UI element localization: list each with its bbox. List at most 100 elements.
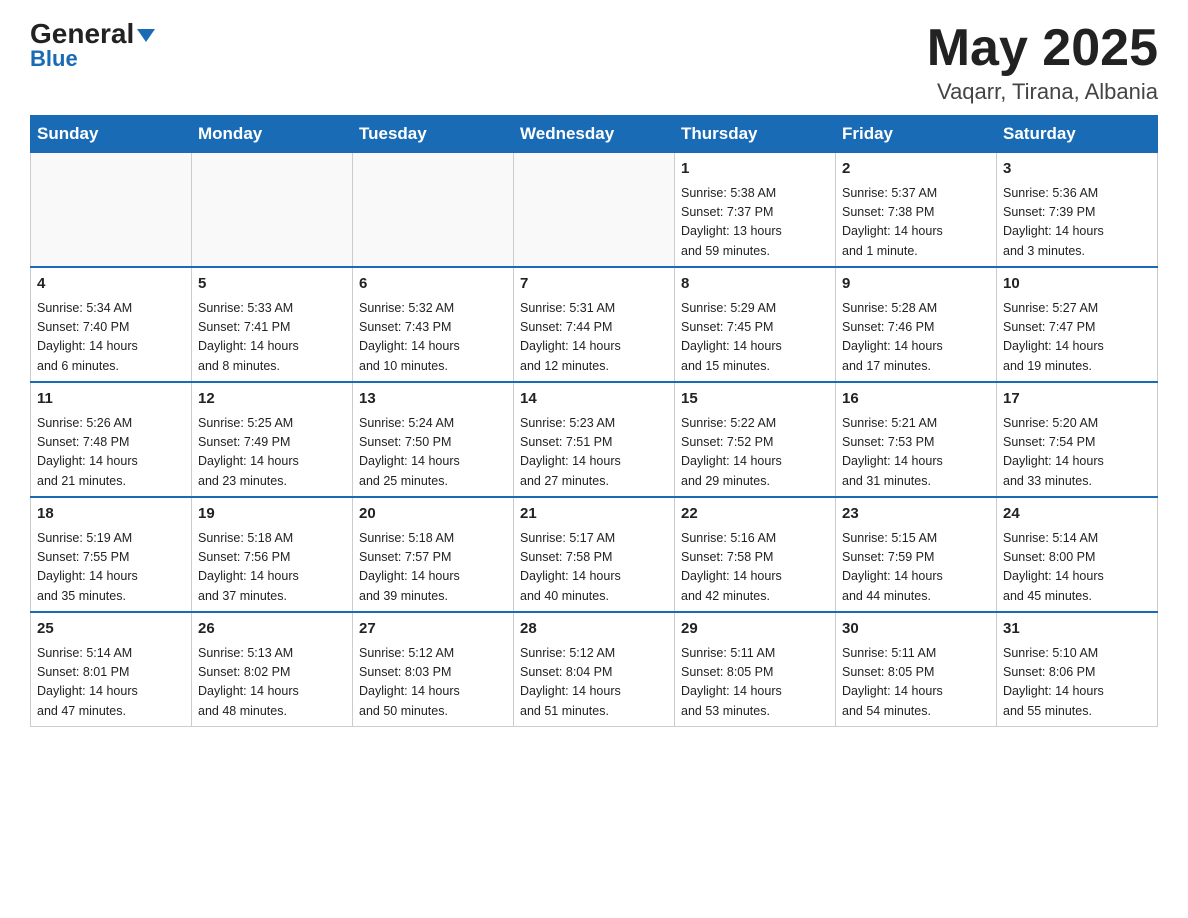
day-info: Sunrise: 5:14 AMSunset: 8:00 PMDaylight:… (1003, 529, 1151, 607)
table-row: 27 Sunrise: 5:12 AMSunset: 8:03 PMDayligh… (353, 612, 514, 727)
day-info: Sunrise: 5:26 AMSunset: 7:48 PMDaylight:… (37, 414, 185, 492)
day-info: Sunrise: 5:17 AMSunset: 7:58 PMDaylight:… (520, 529, 668, 607)
col-wednesday: Wednesday (514, 116, 675, 153)
table-row: 7 Sunrise: 5:31 AMSunset: 7:44 PMDaylight… (514, 267, 675, 382)
table-row: 18 Sunrise: 5:19 AMSunset: 7:55 PMDayligh… (31, 497, 192, 612)
table-row (353, 153, 514, 268)
table-row: 20 Sunrise: 5:18 AMSunset: 7:57 PMDayligh… (353, 497, 514, 612)
day-number: 5 (198, 273, 346, 296)
day-number: 27 (359, 618, 507, 641)
table-row: 14 Sunrise: 5:23 AMSunset: 7:51 PMDayligh… (514, 382, 675, 497)
day-number: 30 (842, 618, 990, 641)
day-info: Sunrise: 5:19 AMSunset: 7:55 PMDaylight:… (37, 529, 185, 607)
day-info: Sunrise: 5:20 AMSunset: 7:54 PMDaylight:… (1003, 414, 1151, 492)
day-info: Sunrise: 5:10 AMSunset: 8:06 PMDaylight:… (1003, 644, 1151, 722)
logo-triangle-icon (137, 29, 155, 42)
table-row: 22 Sunrise: 5:16 AMSunset: 7:58 PMDayligh… (675, 497, 836, 612)
day-info: Sunrise: 5:11 AMSunset: 8:05 PMDaylight:… (842, 644, 990, 722)
day-number: 1 (681, 158, 829, 181)
day-number: 6 (359, 273, 507, 296)
table-row: 17 Sunrise: 5:20 AMSunset: 7:54 PMDayligh… (997, 382, 1158, 497)
day-number: 21 (520, 503, 668, 526)
month-title: May 2025 (927, 20, 1158, 77)
day-number: 17 (1003, 388, 1151, 411)
day-number: 20 (359, 503, 507, 526)
table-row: 16Sunrise: 5:21 AMSunset: 7:53 PMDayligh… (836, 382, 997, 497)
table-row: 4 Sunrise: 5:34 AMSunset: 7:40 PMDaylight… (31, 267, 192, 382)
day-number: 22 (681, 503, 829, 526)
table-row: 11 Sunrise: 5:26 AMSunset: 7:48 PMDayligh… (31, 382, 192, 497)
day-info: Sunrise: 5:16 AMSunset: 7:58 PMDaylight:… (681, 529, 829, 607)
table-row: 13 Sunrise: 5:24 AMSunset: 7:50 PMDayligh… (353, 382, 514, 497)
day-number: 28 (520, 618, 668, 641)
day-number: 24 (1003, 503, 1151, 526)
logo: General Blue (30, 20, 155, 72)
day-number: 12 (198, 388, 346, 411)
page-header: General Blue May 2025 Vaqarr, Tirana, Al… (30, 20, 1158, 105)
table-row: 3 Sunrise: 5:36 AMSunset: 7:39 PMDaylight… (997, 153, 1158, 268)
day-info: Sunrise: 5:24 AMSunset: 7:50 PMDaylight:… (359, 414, 507, 492)
table-row: 5 Sunrise: 5:33 AMSunset: 7:41 PMDaylight… (192, 267, 353, 382)
table-row: 1 Sunrise: 5:38 AMSunset: 7:37 PMDaylight… (675, 153, 836, 268)
table-row: 31 Sunrise: 5:10 AMSunset: 8:06 PMDayligh… (997, 612, 1158, 727)
day-number: 14 (520, 388, 668, 411)
table-row: 12 Sunrise: 5:25 AMSunset: 7:49 PMDayligh… (192, 382, 353, 497)
table-row: 30 Sunrise: 5:11 AMSunset: 8:05 PMDayligh… (836, 612, 997, 727)
table-row: 2Sunrise: 5:37 AMSunset: 7:38 PMDaylight… (836, 153, 997, 268)
location: Vaqarr, Tirana, Albania (927, 79, 1158, 105)
day-number: 31 (1003, 618, 1151, 641)
col-thursday: Thursday (675, 116, 836, 153)
table-row: 28 Sunrise: 5:12 AMSunset: 8:04 PMDayligh… (514, 612, 675, 727)
day-info: Sunrise: 5:38 AMSunset: 7:37 PMDaylight:… (681, 184, 829, 262)
logo-blue: Blue (30, 46, 78, 72)
table-row: 29 Sunrise: 5:11 AMSunset: 8:05 PMDayligh… (675, 612, 836, 727)
day-number: 29 (681, 618, 829, 641)
day-number: 9 (842, 273, 990, 296)
day-info: Sunrise: 5:22 AMSunset: 7:52 PMDaylight:… (681, 414, 829, 492)
day-info: Sunrise: 5:25 AMSunset: 7:49 PMDaylight:… (198, 414, 346, 492)
day-info: Sunrise: 5:14 AMSunset: 8:01 PMDaylight:… (37, 644, 185, 722)
table-row: 23 Sunrise: 5:15 AMSunset: 7:59 PMDayligh… (836, 497, 997, 612)
day-number: 19 (198, 503, 346, 526)
table-row: 9 Sunrise: 5:28 AMSunset: 7:46 PMDaylight… (836, 267, 997, 382)
table-row: 15Sunrise: 5:22 AMSunset: 7:52 PMDayligh… (675, 382, 836, 497)
day-number: 4 (37, 273, 185, 296)
day-info: Sunrise: 5:28 AMSunset: 7:46 PMDaylight:… (842, 299, 990, 377)
day-info: Sunrise: 5:12 AMSunset: 8:03 PMDaylight:… (359, 644, 507, 722)
calendar-header-row: Sunday Monday Tuesday Wednesday Thursday… (31, 116, 1158, 153)
day-info: Sunrise: 5:31 AMSunset: 7:44 PMDaylight:… (520, 299, 668, 377)
day-number: 23 (842, 503, 990, 526)
day-info: Sunrise: 5:21 AMSunset: 7:53 PMDaylight:… (842, 414, 990, 492)
col-monday: Monday (192, 116, 353, 153)
logo-general: General (30, 20, 155, 48)
day-info: Sunrise: 5:33 AMSunset: 7:41 PMDaylight:… (198, 299, 346, 377)
table-row: 10Sunrise: 5:27 AMSunset: 7:47 PMDayligh… (997, 267, 1158, 382)
day-info: Sunrise: 5:27 AMSunset: 7:47 PMDaylight:… (1003, 299, 1151, 377)
table-row: 6 Sunrise: 5:32 AMSunset: 7:43 PMDaylight… (353, 267, 514, 382)
day-info: Sunrise: 5:12 AMSunset: 8:04 PMDaylight:… (520, 644, 668, 722)
day-number: 7 (520, 273, 668, 296)
day-number: 13 (359, 388, 507, 411)
col-saturday: Saturday (997, 116, 1158, 153)
table-row (514, 153, 675, 268)
day-info: Sunrise: 5:15 AMSunset: 7:59 PMDaylight:… (842, 529, 990, 607)
day-number: 2 (842, 158, 990, 181)
table-row: 21 Sunrise: 5:17 AMSunset: 7:58 PMDayligh… (514, 497, 675, 612)
table-row: 19Sunrise: 5:18 AMSunset: 7:56 PMDayligh… (192, 497, 353, 612)
day-number: 8 (681, 273, 829, 296)
day-info: Sunrise: 5:32 AMSunset: 7:43 PMDaylight:… (359, 299, 507, 377)
day-info: Sunrise: 5:13 AMSunset: 8:02 PMDaylight:… (198, 644, 346, 722)
table-row (31, 153, 192, 268)
day-info: Sunrise: 5:36 AMSunset: 7:39 PMDaylight:… (1003, 184, 1151, 262)
day-info: Sunrise: 5:34 AMSunset: 7:40 PMDaylight:… (37, 299, 185, 377)
day-number: 18 (37, 503, 185, 526)
table-row: 24 Sunrise: 5:14 AMSunset: 8:00 PMDayligh… (997, 497, 1158, 612)
day-info: Sunrise: 5:18 AMSunset: 7:57 PMDaylight:… (359, 529, 507, 607)
day-number: 11 (37, 388, 185, 411)
day-info: Sunrise: 5:23 AMSunset: 7:51 PMDaylight:… (520, 414, 668, 492)
day-info: Sunrise: 5:11 AMSunset: 8:05 PMDaylight:… (681, 644, 829, 722)
day-number: 25 (37, 618, 185, 641)
calendar-table: Sunday Monday Tuesday Wednesday Thursday… (30, 115, 1158, 727)
day-number: 3 (1003, 158, 1151, 181)
title-area: May 2025 Vaqarr, Tirana, Albania (927, 20, 1158, 105)
